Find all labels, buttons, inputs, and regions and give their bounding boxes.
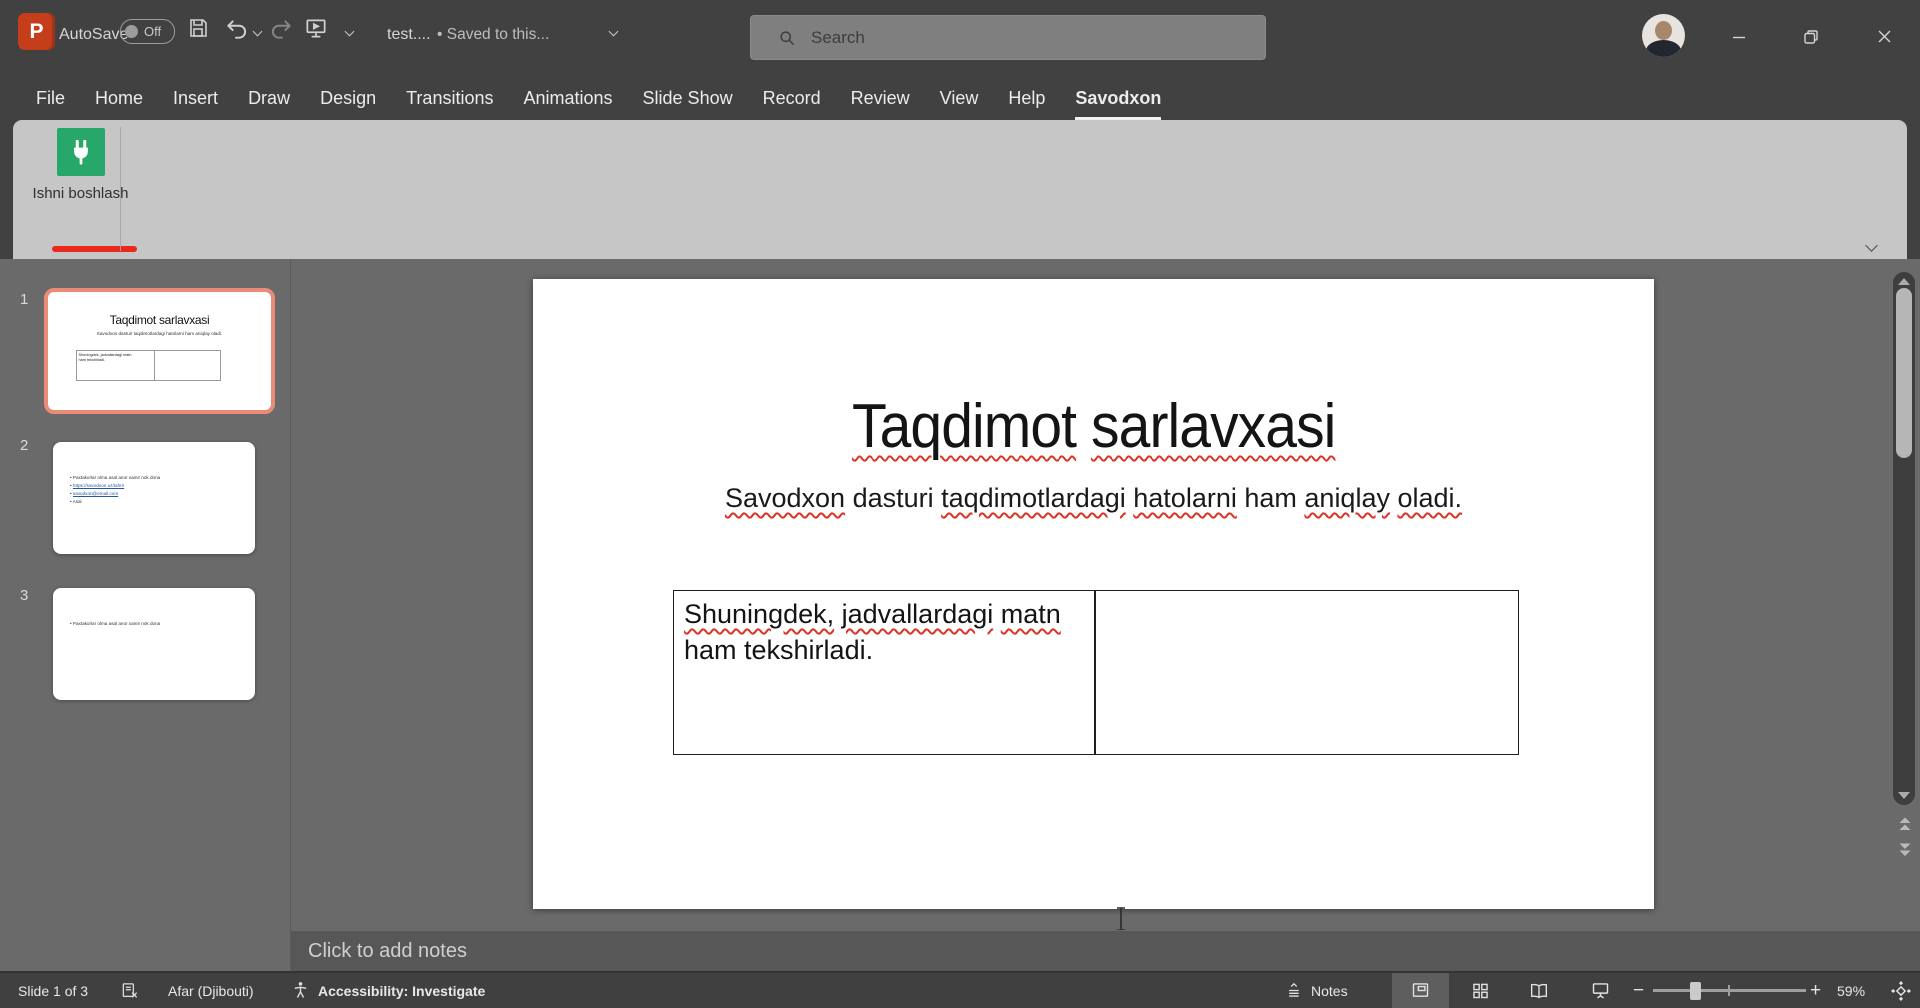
saved-status: • Saved to this...	[437, 26, 550, 43]
thumbnail-bullet: • Paxtakorlar olma asal anor xamir nok d…	[70, 621, 161, 626]
autosave-state: Off	[144, 24, 162, 39]
tab-transitions[interactable]: Transitions	[406, 88, 493, 120]
thumb1-subtitle: Savodxon dasturi taqdimotlardagi hatolar…	[96, 331, 223, 336]
reading-view-button[interactable]	[1515, 973, 1563, 1008]
slide-thumbnail-2[interactable]: • Paxtakorlar olma asal anor xamir nok d…	[53, 442, 255, 554]
tab-animations[interactable]: Animations	[523, 88, 612, 120]
addin-active-underline	[52, 246, 137, 252]
previous-slide-button[interactable]	[1897, 815, 1913, 833]
plug-icon	[57, 128, 105, 176]
slide-number-2: 2	[20, 437, 29, 454]
notes-area[interactable]: Click to add notes	[291, 930, 1920, 971]
collapse-ribbon-button[interactable]	[1865, 237, 1879, 252]
autosave-toggle[interactable]: Off	[120, 19, 175, 44]
titlebar: P AutoSave Off test.... • Saved to this.…	[0, 0, 1920, 73]
slide-indicator: Slide 1 of 3	[18, 982, 89, 999]
slideshow-quick-icon[interactable]	[303, 16, 329, 42]
search-box[interactable]	[750, 15, 1266, 60]
tab-design[interactable]: Design	[320, 88, 376, 120]
undo-icon[interactable]	[224, 16, 250, 42]
avatar[interactable]	[1642, 14, 1685, 57]
vertical-scrollbar[interactable]	[1893, 272, 1915, 805]
tab-view[interactable]: View	[940, 88, 979, 120]
zoom-in-button[interactable]: +	[1810, 973, 1821, 1008]
ribbon-group-divider	[120, 127, 121, 251]
tab-home[interactable]: Home	[95, 88, 143, 120]
search-input[interactable]	[809, 26, 1213, 49]
normal-view-button[interactable]	[1392, 973, 1449, 1008]
slide-thumbnail-3[interactable]: • Paxtakorlar olma asal anor xamir nok d…	[53, 588, 255, 700]
slide-canvas[interactable]: Taqdimot sarlavxasi Savodxon dasturi taq…	[533, 279, 1654, 931]
close-button[interactable]	[1856, 0, 1912, 73]
thumb2-bullets: • Paxtakorlar olma asal anor xamir nok d…	[53, 442, 255, 506]
table-cell-divider	[1094, 591, 1096, 754]
tab-insert[interactable]: Insert	[173, 88, 218, 120]
accessibility-icon	[290, 973, 311, 1008]
avatar-body	[1646, 40, 1681, 57]
accessibility-status[interactable]: Accessibility: Investigate	[318, 973, 485, 1008]
slide-thumbnail-1[interactable]: Taqdimot sarlavxasi Savodxon dasturi taq…	[44, 288, 275, 414]
workspace: 1 2 3 Taqdimot sarlavxasi Savodxon dastu…	[0, 259, 1920, 971]
undo-dropdown-chevron[interactable]	[252, 26, 263, 37]
slideshow-view-button[interactable]	[1576, 973, 1624, 1008]
table-cell-text[interactable]: Shuningdek, jadvallardagi matn ham teksh…	[684, 596, 1089, 668]
powerpoint-logo[interactable]: P	[18, 13, 55, 50]
menu-row: File Home Insert Draw Design Transitions Anima…	[0, 73, 1920, 178]
toggle-knob	[125, 25, 138, 38]
search-icon	[780, 30, 795, 45]
thumb1-table: Shuningdek, jadvallardagi matn ham teksh…	[76, 350, 221, 381]
fit-to-window-button[interactable]	[1890, 973, 1912, 1008]
slide-number-3: 3	[20, 587, 29, 604]
thumbnail-bullet: • savodxon@email.com	[70, 491, 119, 496]
slide-sorter-view-button[interactable]	[1456, 973, 1504, 1008]
scroll-up-arrow[interactable]	[1898, 278, 1910, 285]
tab-file[interactable]: File	[36, 88, 65, 120]
thumbnail-bullet: • https://savodxon.uz/tahrir	[70, 483, 125, 488]
tab-draw[interactable]: Draw	[248, 88, 290, 120]
thumb3-bullets: • Paxtakorlar olma asal anor xamir nok d…	[53, 588, 255, 628]
thumbnail-bullet: • Asal	[70, 499, 82, 504]
tab-slide-show[interactable]: Slide Show	[643, 88, 733, 120]
redo-icon	[268, 16, 294, 42]
scrollbar-thumb[interactable]	[1896, 288, 1912, 458]
avatar-head	[1655, 21, 1672, 40]
zoom-slider-thumb[interactable]	[1690, 981, 1701, 1000]
minimize-button[interactable]	[1711, 0, 1767, 73]
spell-check-icon[interactable]	[120, 973, 140, 1008]
thumb1-title: Taqdimot sarlavxasi	[109, 313, 210, 327]
slide-table[interactable]: Shuningdek, jadvallardagi matn ham teksh…	[673, 590, 1519, 931]
ribbon-panel: Ishni boshlash	[13, 120, 1907, 259]
file-dropdown-chevron[interactable]	[608, 26, 619, 37]
tab-record[interactable]: Record	[763, 88, 821, 120]
next-slide-button[interactable]	[1897, 841, 1913, 859]
ribbon-tabs: File Home Insert Draw Design Transitions Anima…	[36, 73, 1162, 120]
zoom-slider-tick	[1728, 985, 1730, 996]
slide-number-1: 1	[20, 291, 29, 308]
language-indicator[interactable]: Afar (Djibouti)	[168, 973, 254, 1008]
zoom-percent[interactable]: 59%	[1837, 973, 1865, 1008]
panel-divider[interactable]	[290, 259, 291, 971]
tab-review[interactable]: Review	[851, 88, 910, 120]
save-icon[interactable]	[186, 16, 212, 42]
thumbnail-bullet: • Paxtakorlar olma asal anor xamir nok d…	[70, 475, 161, 480]
ribbon: Ishni boshlash	[0, 120, 1920, 259]
notes-toggle[interactable]: Notes	[1286, 973, 1348, 1008]
scroll-down-arrow[interactable]	[1898, 792, 1910, 799]
file-name[interactable]: test....	[387, 26, 431, 44]
zoom-slider-track[interactable]	[1653, 989, 1806, 992]
quick-access-chevron[interactable]	[344, 26, 355, 37]
status-bar: Slide 1 of 3 Afar (Djibouti) Accessibili…	[0, 971, 1920, 1008]
text-cursor	[1115, 906, 1127, 932]
autosave-label: AutoSave	[59, 26, 129, 43]
tab-help[interactable]: Help	[1008, 88, 1045, 120]
zoom-out-button[interactable]: −	[1633, 973, 1644, 1008]
tab-savodxon[interactable]: Savodxon	[1075, 88, 1162, 120]
restore-button[interactable]	[1783, 0, 1839, 73]
slide-subtitle[interactable]: Savodxon dasturi taqdimotlardagi hatolar…	[533, 483, 1654, 514]
slide-title[interactable]: Taqdimot sarlavxasi	[533, 391, 1654, 462]
notes-icon	[1289, 982, 1299, 997]
